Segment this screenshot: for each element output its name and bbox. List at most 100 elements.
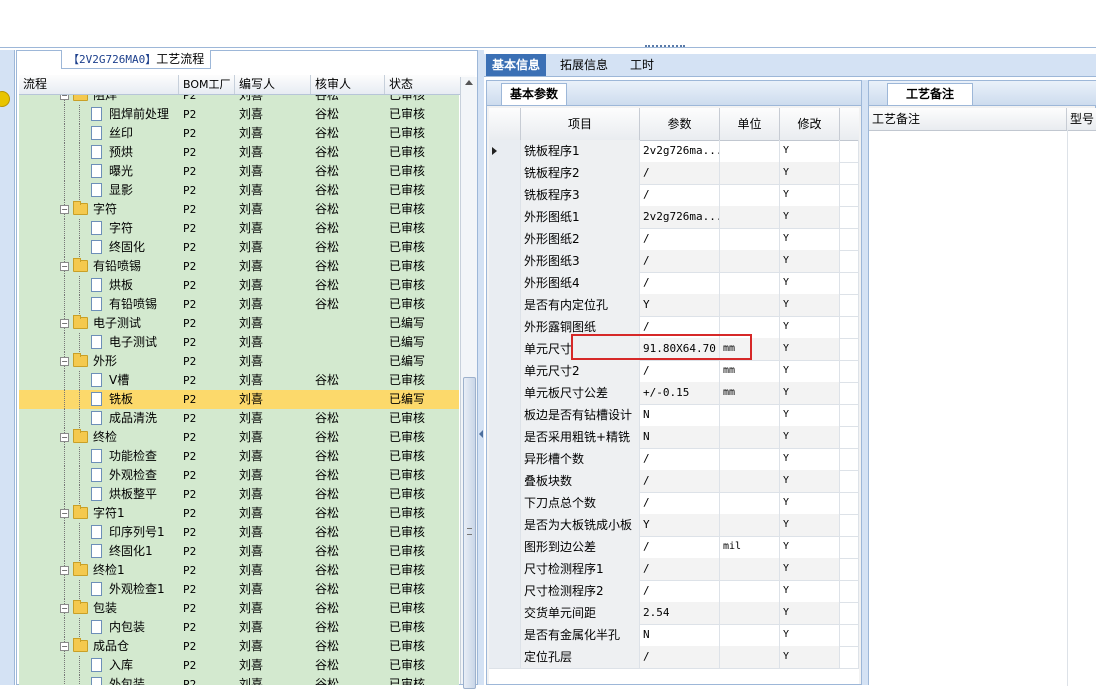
tree-group-row[interactable]: − 字符1 P2 刘喜 谷松 已审核: [19, 504, 459, 523]
param-row[interactable]: 尺寸检测程序1/ Y: [489, 558, 859, 581]
collapse-toggle-icon[interactable]: −: [60, 262, 69, 271]
tree-step-row[interactable]: 内包装 P2 刘喜 谷松 已审核: [19, 618, 459, 637]
collapse-toggle-icon[interactable]: −: [60, 319, 69, 328]
tab-basic-info[interactable]: 基本信息: [486, 54, 547, 76]
tree-step-row[interactable]: 烘板 P2 刘喜 谷松 已审核: [19, 276, 459, 295]
tree-step-row[interactable]: 铣板 P2 刘喜 已编写: [19, 390, 459, 409]
col-header-unit[interactable]: 单位: [720, 108, 780, 140]
collapse-toggle-icon[interactable]: −: [60, 509, 69, 518]
row-header[interactable]: [489, 536, 521, 558]
param-row[interactable]: 铣板程序1 2v2g726ma... Y: [489, 140, 859, 163]
tree-group-row[interactable]: − 电子测试 P2 刘喜 已编写: [19, 314, 459, 333]
modify-cell[interactable]: Y: [780, 316, 840, 338]
modify-cell[interactable]: Y: [780, 492, 840, 514]
row-header[interactable]: [489, 602, 521, 624]
collapse-toggle-icon[interactable]: −: [60, 95, 69, 100]
param-row[interactable]: 外形图纸4/ Y: [489, 272, 859, 295]
modify-cell[interactable]: Y: [780, 536, 840, 558]
modify-cell[interactable]: Y: [780, 294, 840, 316]
param-value-cell[interactable]: N: [640, 624, 720, 646]
param-value-cell[interactable]: /: [640, 536, 720, 558]
tree-step-row[interactable]: 终固化1 P2 刘喜 谷松 已审核: [19, 542, 459, 561]
collapse-toggle-icon[interactable]: −: [60, 357, 69, 366]
unit-cell[interactable]: [720, 404, 780, 426]
col-header-flow[interactable]: 流程: [19, 75, 179, 94]
param-value-cell[interactable]: +/-0.15: [640, 382, 720, 404]
modify-cell[interactable]: Y: [780, 558, 840, 580]
tree-step-row[interactable]: 字符 P2 刘喜 谷松 已审核: [19, 219, 459, 238]
modify-cell[interactable]: Y: [780, 514, 840, 536]
collapse-left-icon[interactable]: [479, 430, 483, 438]
param-row[interactable]: 是否采用粗铣+精铣 N Y: [489, 426, 859, 449]
tree-step-row[interactable]: 烘板整平 P2 刘喜 谷松 已审核: [19, 485, 459, 504]
row-header[interactable]: [489, 250, 521, 272]
modify-cell[interactable]: Y: [780, 646, 840, 668]
modify-cell[interactable]: Y: [780, 162, 840, 184]
row-header[interactable]: [489, 646, 521, 668]
row-header[interactable]: [489, 470, 521, 492]
param-value-cell[interactable]: /: [640, 360, 720, 382]
param-row[interactable]: 铣板程序3/ Y: [489, 184, 859, 207]
param-row[interactable]: 尺寸检测程序2/ Y: [489, 580, 859, 603]
row-header[interactable]: [489, 558, 521, 580]
tree-step-row[interactable]: 外包装 P2 刘喜 谷松 已审核: [19, 675, 459, 685]
collapse-toggle-icon[interactable]: −: [60, 642, 69, 651]
collapse-toggle-icon[interactable]: −: [60, 433, 69, 442]
unit-cell[interactable]: [720, 140, 780, 162]
row-header[interactable]: [489, 338, 521, 360]
tree-step-row[interactable]: 电子测试 P2 刘喜 已编写: [19, 333, 459, 352]
param-value-cell[interactable]: /: [640, 316, 720, 338]
scroll-thumb[interactable]: [463, 377, 476, 689]
row-header[interactable]: [489, 580, 521, 602]
tree-step-row[interactable]: 外观检查 P2 刘喜 谷松 已审核: [19, 466, 459, 485]
collapse-toggle-icon[interactable]: −: [60, 205, 69, 214]
modify-cell[interactable]: Y: [780, 250, 840, 272]
row-header[interactable]: [489, 492, 521, 514]
unit-cell[interactable]: mm: [720, 382, 780, 404]
tree-group-row[interactable]: − 阻焊 P2 刘喜 谷松 已审核: [19, 95, 459, 105]
param-value-cell[interactable]: /: [640, 162, 720, 184]
modify-cell[interactable]: Y: [780, 206, 840, 228]
param-row[interactable]: 铣板程序2/ Y: [489, 162, 859, 185]
row-header[interactable]: [489, 624, 521, 646]
row-header[interactable]: [489, 294, 521, 316]
modify-cell[interactable]: Y: [780, 272, 840, 294]
tree-step-row[interactable]: V槽 P2 刘喜 谷松 已审核: [19, 371, 459, 390]
unit-cell[interactable]: mm: [720, 338, 780, 360]
unit-cell[interactable]: [720, 624, 780, 646]
row-header[interactable]: [489, 426, 521, 448]
modify-cell[interactable]: Y: [780, 426, 840, 448]
tree-step-row[interactable]: 曝光 P2 刘喜 谷松 已审核: [19, 162, 459, 181]
param-row[interactable]: 异形槽个数 / Y: [489, 448, 859, 471]
param-row[interactable]: 是否有内定位孔 Y Y: [489, 294, 859, 317]
col-header-item[interactable]: 项目: [521, 108, 640, 140]
tree-step-row[interactable]: 印序列号1 P2 刘喜 谷松 已审核: [19, 523, 459, 542]
unit-cell[interactable]: [720, 294, 780, 316]
param-value-cell[interactable]: /: [640, 250, 720, 272]
tree-step-row[interactable]: 阻焊前处理 P2 刘喜 谷松 已审核: [19, 105, 459, 124]
collapse-toggle-icon[interactable]: −: [60, 604, 69, 613]
modify-cell[interactable]: Y: [780, 624, 840, 646]
unit-cell[interactable]: [720, 448, 780, 470]
scroll-up-icon[interactable]: [465, 80, 473, 85]
tree-step-row[interactable]: 有铅喷锡 P2 刘喜 谷松 已审核: [19, 295, 459, 314]
modify-cell[interactable]: Y: [780, 228, 840, 250]
unit-cell[interactable]: mm: [720, 360, 780, 382]
tree-step-row[interactable]: 外观检查1 P2 刘喜 谷松 已审核: [19, 580, 459, 599]
param-row[interactable]: 下刀点总个数 / Y: [489, 492, 859, 515]
left-splitter[interactable]: [478, 50, 484, 685]
tree-group-row[interactable]: − 终检 P2 刘喜 谷松 已审核: [19, 428, 459, 447]
col-header-notes[interactable]: 工艺备注: [869, 108, 1067, 130]
param-value-cell[interactable]: /: [640, 558, 720, 580]
tree-group-row[interactable]: − 终检1 P2 刘喜 谷松 已审核: [19, 561, 459, 580]
param-value-cell[interactable]: N: [640, 404, 720, 426]
modify-cell[interactable]: Y: [780, 184, 840, 206]
modify-cell[interactable]: Y: [780, 404, 840, 426]
param-value-cell[interactable]: 2v2g726ma...: [640, 140, 720, 162]
param-row[interactable]: 板边是否有钻槽设计 N Y: [489, 404, 859, 427]
col-header-reviewer[interactable]: 核审人: [311, 75, 385, 94]
modify-cell[interactable]: Y: [780, 580, 840, 602]
col-header-model[interactable]: 型号: [1067, 108, 1096, 130]
tree-step-row[interactable]: 预烘 P2 刘喜 谷松 已审核: [19, 143, 459, 162]
param-value-cell[interactable]: /: [640, 470, 720, 492]
